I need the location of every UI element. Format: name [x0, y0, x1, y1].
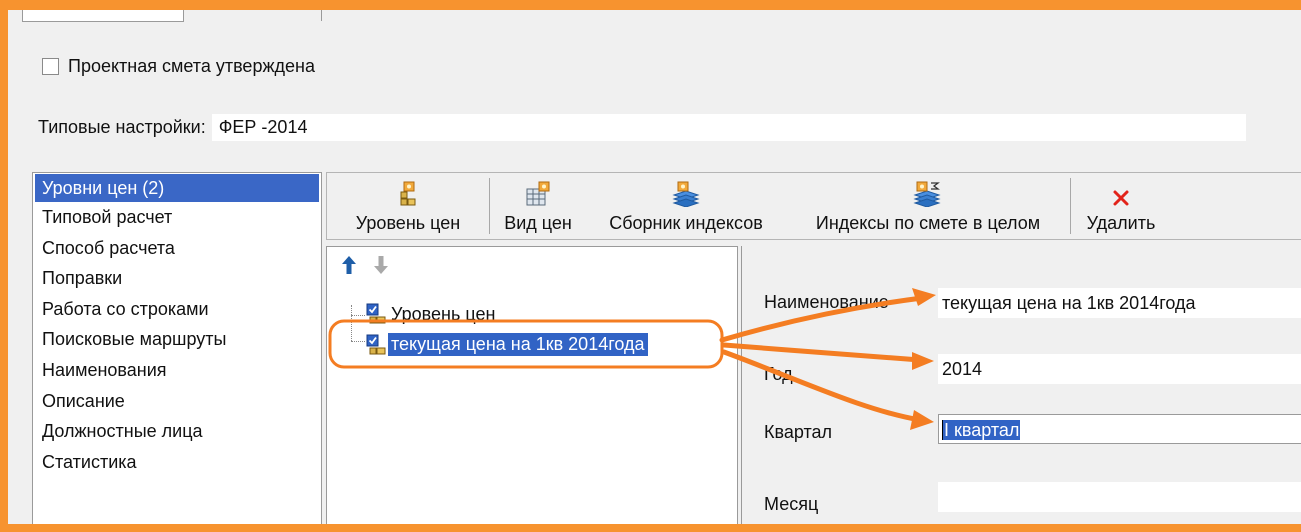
price-type-icon [525, 173, 551, 207]
tab-active[interactable] [22, 10, 184, 22]
tab-inactive[interactable] [186, 10, 322, 21]
price-level-details: Наименование текущая цена на 1кв 2014год… [741, 246, 1301, 524]
move-up-arrow-icon[interactable] [341, 255, 357, 275]
tree-node-icon [366, 303, 386, 324]
nav-item-description[interactable]: Описание [33, 386, 321, 417]
index-collection-button-label: Сборник индексов [609, 213, 763, 233]
approved-checkbox[interactable] [42, 57, 59, 75]
preset-row: Типовые настройки: ФЕР -2014 [38, 114, 1246, 141]
settings-nav-list: Уровни цен (2) Типовой расчет Способ рас… [32, 172, 322, 524]
tab-strip [8, 10, 1301, 22]
nav-item-corrections[interactable]: Поправки [33, 263, 321, 294]
index-collection-icon [671, 173, 701, 207]
tree-line [351, 305, 352, 341]
tree-node-root-label: Уровень цен [391, 303, 496, 324]
nav-item-price-levels[interactable]: Уровни цен (2) [35, 174, 319, 202]
approved-checkbox-label: Проектная смета утверждена [68, 55, 315, 76]
quarter-selected-text: I квартал [943, 420, 1021, 440]
nav-item-search-routes[interactable]: Поисковые маршруты [33, 324, 321, 355]
price-type-button[interactable]: Вид цен [490, 173, 586, 239]
nav-item-standard-calc[interactable]: Типовой расчет [33, 202, 321, 233]
year-label: Год [764, 364, 793, 384]
nav-item-calc-method[interactable]: Способ расчета [33, 233, 321, 264]
tree-line [351, 315, 365, 316]
quarter-field[interactable]: I квартал [938, 414, 1301, 444]
name-field[interactable]: текущая цена на 1кв 2014года [938, 288, 1301, 318]
nav-item-names[interactable]: Наименования [33, 355, 321, 386]
price-level-button[interactable]: Уровень цен [327, 173, 489, 239]
year-field[interactable]: 2014 [938, 354, 1301, 384]
settings-window: Проектная смета утверждена Типовые настр… [8, 10, 1301, 524]
estimate-indexes-button-label: Индексы по смете в целом [815, 213, 1041, 233]
tree-node-current-price-label: текущая цена на 1кв 2014года [388, 333, 648, 356]
nav-item-officials[interactable]: Должностные лица [33, 416, 321, 447]
estimate-indexes-icon [912, 173, 944, 207]
price-level-toolbar: Уровень цен Вид цен Сборник индексов Инд… [326, 172, 1301, 240]
tree-node-current-price[interactable]: текущая цена на 1кв 2014года [365, 333, 648, 356]
approved-checkbox-row[interactable]: Проектная смета утверждена [42, 54, 315, 78]
delete-button-label: Удалить [1086, 213, 1156, 233]
price-level-tree: Уровень цен текущая цена на 1кв 2014года [326, 246, 738, 524]
index-collection-button[interactable]: Сборник индексов [586, 173, 786, 239]
nav-item-statistics[interactable]: Статистика [33, 447, 321, 478]
month-label: Месяц [764, 494, 819, 514]
delete-x-icon [1112, 173, 1130, 207]
delete-button[interactable]: Удалить [1071, 173, 1171, 239]
move-arrows [341, 255, 389, 275]
tree-node-icon [366, 334, 386, 354]
estimate-indexes-button[interactable]: Индексы по смете в целом [786, 173, 1070, 239]
nav-item-rows[interactable]: Работа со строками [33, 294, 321, 325]
tree-node-root[interactable]: Уровень цен [365, 303, 495, 325]
quarter-label: Квартал [764, 422, 833, 442]
month-field[interactable] [938, 482, 1301, 512]
preset-field[interactable]: ФЕР -2014 [211, 114, 1246, 141]
move-down-arrow-icon[interactable] [373, 255, 389, 275]
name-label: Наименование [764, 292, 889, 312]
price-type-button-label: Вид цен [504, 213, 572, 233]
tree-line [351, 341, 365, 342]
price-level-button-label: Уровень цен [355, 213, 461, 233]
preset-label: Типовые настройки: [38, 117, 206, 137]
price-level-icon [398, 173, 418, 207]
